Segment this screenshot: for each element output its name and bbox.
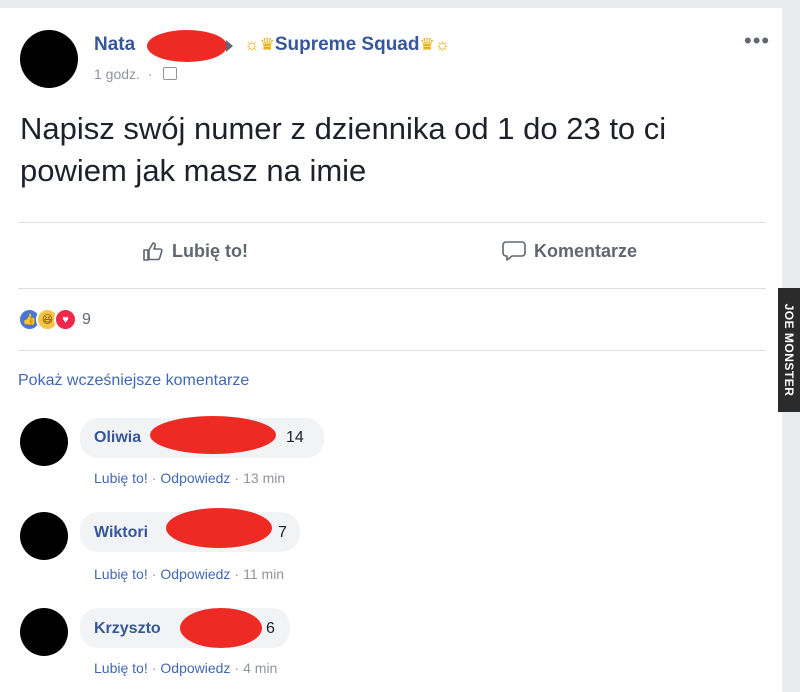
comment-like-link[interactable]: Lubię to! bbox=[94, 470, 148, 486]
comment-author[interactable]: Oliwia bbox=[94, 429, 141, 447]
comment-actions: Lubię to! · Odpowiedz · 4 min bbox=[94, 660, 278, 676]
more-options-icon[interactable]: ••• bbox=[744, 28, 770, 54]
post-meta: 1 godz. · bbox=[94, 66, 178, 82]
reaction-count: 9 bbox=[82, 310, 91, 328]
comment-author[interactable]: Krzyszto bbox=[94, 620, 161, 638]
comment-actions: Lubię to! · Odpowiedz · 13 min bbox=[94, 470, 286, 486]
commenter-avatar[interactable] bbox=[20, 512, 68, 560]
comment-time[interactable]: 13 min bbox=[243, 470, 285, 486]
watermark-text: JOE MONSTER bbox=[782, 303, 796, 397]
post-text: Napisz swój numer z dziennika od 1 do 23… bbox=[20, 111, 667, 188]
crown-decoration: ☼♛ bbox=[244, 35, 275, 54]
redaction-mark bbox=[166, 508, 272, 548]
comment-text: 6 bbox=[266, 620, 275, 637]
crown-decoration: ♛☼ bbox=[419, 35, 451, 54]
comment-reply-link[interactable]: Odpowiedz bbox=[160, 660, 230, 676]
comment-time[interactable]: 11 min bbox=[243, 566, 284, 582]
author-name[interactable]: Nata bbox=[94, 34, 135, 56]
comment-button[interactable]: Komentarze bbox=[502, 240, 637, 262]
thumbs-up-icon bbox=[143, 242, 163, 261]
comment-reply-link[interactable]: Odpowiedz bbox=[160, 566, 230, 582]
comment-actions: Lubię to! · Odpowiedz · 11 min bbox=[94, 566, 285, 582]
redaction-mark bbox=[150, 416, 276, 454]
comment-text: 7 bbox=[278, 524, 287, 541]
post-time[interactable]: 1 godz. bbox=[94, 66, 140, 82]
comment-like-link[interactable]: Lubię to! bbox=[94, 566, 148, 582]
commenter-avatar[interactable] bbox=[20, 608, 68, 656]
like-label: Lubię to! bbox=[172, 240, 248, 261]
audience-icon[interactable] bbox=[163, 67, 178, 80]
comment-label: Komentarze bbox=[534, 240, 638, 261]
comment-like-link[interactable]: Lubię to! bbox=[94, 660, 148, 676]
watermark: JOE MONSTER bbox=[778, 288, 800, 412]
comment-text: 14 bbox=[286, 429, 304, 446]
arrow-right-icon bbox=[226, 40, 233, 52]
comment-reply-link[interactable]: Odpowiedz bbox=[160, 470, 230, 486]
group-name-text: Supreme Squad bbox=[274, 34, 420, 55]
top-border bbox=[0, 0, 800, 8]
redaction-mark bbox=[180, 608, 262, 648]
like-button[interactable]: Lubię to! bbox=[142, 240, 248, 262]
group-name[interactable]: ☼♛Supreme Squad♛☼ bbox=[244, 34, 450, 56]
commenter-avatar[interactable] bbox=[20, 418, 68, 466]
divider bbox=[18, 350, 766, 351]
comment-time[interactable]: 4 min bbox=[243, 660, 277, 676]
love-reaction-icon: ♥ bbox=[54, 308, 77, 331]
author-avatar[interactable] bbox=[20, 30, 78, 88]
dot-separator: · bbox=[147, 66, 153, 82]
comment-icon bbox=[502, 241, 526, 261]
divider bbox=[18, 288, 766, 289]
redaction-mark bbox=[147, 30, 227, 62]
comment-author[interactable]: Wiktori bbox=[94, 524, 148, 542]
reactions-summary[interactable]: 👍 😆 ♥ 9 bbox=[18, 308, 91, 331]
divider bbox=[18, 222, 766, 223]
show-previous-comments-link[interactable]: Pokaż wcześniejsze komentarze bbox=[18, 372, 249, 390]
